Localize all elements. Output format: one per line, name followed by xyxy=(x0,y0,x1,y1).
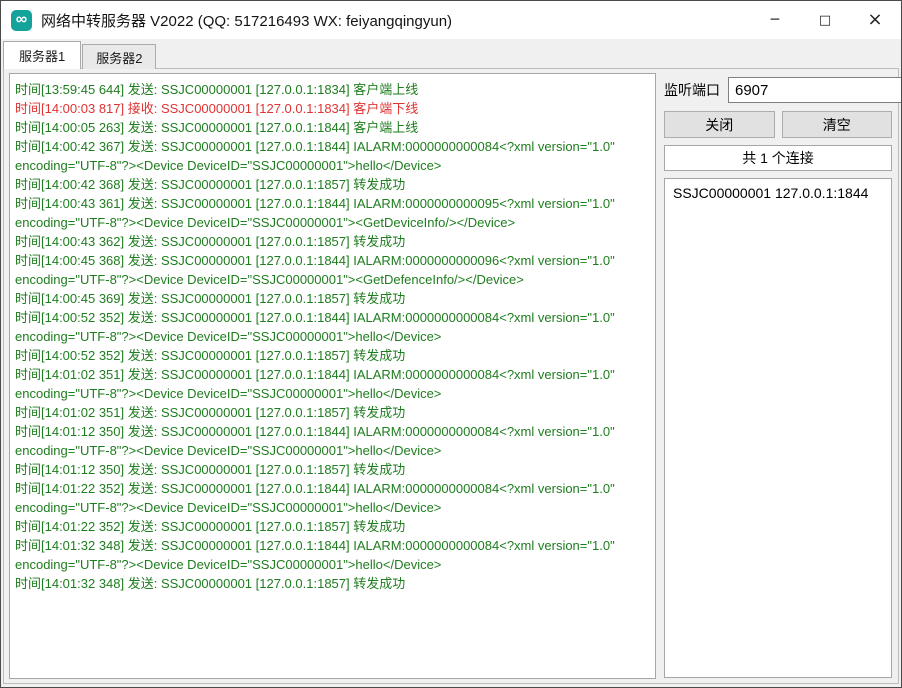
log-entry: 时间[14:00:42 367] 发送: SSJC00000001 [127.0… xyxy=(15,137,650,175)
listen-port-input[interactable] xyxy=(728,77,902,103)
log-entry: 时间[14:00:43 361] 发送: SSJC00000001 [127.0… xyxy=(15,194,650,232)
close-server-button[interactable]: 关闭 xyxy=(664,111,775,138)
log-entry: 时间[14:00:52 352] 发送: SSJC00000001 [127.0… xyxy=(15,346,650,365)
log-entry: 时间[14:01:32 348] 发送: SSJC00000001 [127.0… xyxy=(15,536,650,574)
log-entry: 时间[14:00:42 368] 发送: SSJC00000001 [127.0… xyxy=(15,175,650,194)
log-entry: 时间[14:01:22 352] 发送: SSJC00000001 [127.0… xyxy=(15,479,650,517)
titlebar[interactable]: ∞ 网络中转服务器 V2022 (QQ: 517216493 WX: feiya… xyxy=(1,1,901,39)
listen-port-label: 监听端口 xyxy=(664,80,728,100)
app-logo-icon: ∞ xyxy=(11,10,32,31)
log-entry: 时间[14:01:02 351] 发送: SSJC00000001 [127.0… xyxy=(15,365,650,403)
connection-list[interactable]: SSJC00000001 127.0.0.1:1844 xyxy=(664,178,892,678)
log-entry: 时间[14:01:02 351] 发送: SSJC00000001 [127.0… xyxy=(15,403,650,422)
action-buttons-row: 关闭 清空 xyxy=(664,111,892,138)
log-entry: 时间[14:01:12 350] 发送: SSJC00000001 [127.0… xyxy=(15,460,650,479)
log-entry: 时间[14:00:52 352] 发送: SSJC00000001 [127.0… xyxy=(15,308,650,346)
minimize-icon: ─ xyxy=(771,13,779,27)
tab-bar: 服务器1 服务器2 xyxy=(3,41,157,69)
side-panel: 监听端口 关闭 清空 共 1 个连接 SSJC00000001 127.0.0.… xyxy=(664,77,892,678)
listen-port-row: 监听端口 xyxy=(664,77,892,103)
maximize-button[interactable]: □ xyxy=(800,1,850,39)
tab-server2[interactable]: 服务器2 xyxy=(82,44,156,69)
app-window: ∞ 网络中转服务器 V2022 (QQ: 517216493 WX: feiya… xyxy=(0,0,902,688)
log-entry: 时间[13:59:45 644] 发送: SSJC00000001 [127.0… xyxy=(15,80,650,99)
log-output[interactable]: 时间[13:59:45 644] 发送: SSJC00000001 [127.0… xyxy=(9,73,656,679)
window-title: 网络中转服务器 V2022 (QQ: 517216493 WX: feiyang… xyxy=(41,10,452,31)
log-entry: 时间[14:00:45 369] 发送: SSJC00000001 [127.0… xyxy=(15,289,650,308)
clear-log-button[interactable]: 清空 xyxy=(782,111,893,138)
close-icon: × xyxy=(867,11,882,29)
log-entry: 时间[14:00:03 817] 接收: SSJC00000001 [127.0… xyxy=(15,99,650,118)
log-entry: 时间[14:00:05 263] 发送: SSJC00000001 [127.0… xyxy=(15,118,650,137)
connection-count-label: 共 1 个连接 xyxy=(664,145,892,171)
maximize-icon: □ xyxy=(819,14,831,27)
tab-server1[interactable]: 服务器1 xyxy=(3,41,81,69)
log-entry: 时间[14:00:45 368] 发送: SSJC00000001 [127.0… xyxy=(15,251,650,289)
connection-list-item[interactable]: SSJC00000001 127.0.0.1:1844 xyxy=(665,183,891,203)
log-entry: 时间[14:01:12 350] 发送: SSJC00000001 [127.0… xyxy=(15,422,650,460)
close-button[interactable]: × xyxy=(850,1,900,39)
log-entry: 时间[14:01:22 352] 发送: SSJC00000001 [127.0… xyxy=(15,517,650,536)
log-entry: 时间[14:01:32 348] 发送: SSJC00000001 [127.0… xyxy=(15,574,650,593)
window-controls: ─ □ × xyxy=(750,1,900,39)
minimize-button[interactable]: ─ xyxy=(750,1,800,39)
log-entry: 时间[14:00:43 362] 发送: SSJC00000001 [127.0… xyxy=(15,232,650,251)
